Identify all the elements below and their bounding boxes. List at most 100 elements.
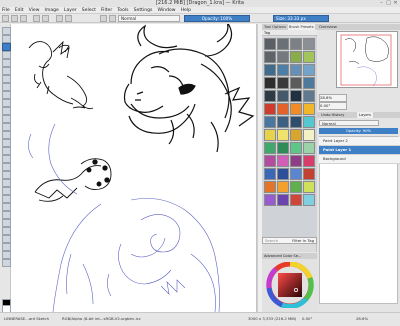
close-button[interactable]: ✕: [393, 1, 398, 6]
menu-help[interactable]: Help: [181, 8, 191, 13]
status-zoom[interactable]: 28.6%: [356, 316, 368, 321]
brush-preset-swatch[interactable]: [303, 51, 315, 63]
brush-preset-swatch[interactable]: [264, 116, 276, 128]
brush-preset-swatch[interactable]: [290, 129, 302, 141]
brush-preset-swatch[interactable]: [303, 155, 315, 167]
tab-layers[interactable]: Layers: [357, 112, 373, 118]
rect-select-tool-icon[interactable]: [2, 187, 11, 195]
menu-image[interactable]: Image: [45, 8, 59, 13]
freehand-brush-tool-icon[interactable]: [2, 43, 11, 51]
brush-preset-swatch[interactable]: [290, 77, 302, 89]
brush-preset-swatch[interactable]: [290, 38, 302, 50]
brush-preset-swatch[interactable]: [303, 142, 315, 154]
tag-label[interactable]: Tag: [264, 31, 270, 35]
save-document-icon[interactable]: [20, 15, 27, 22]
brush-preset-swatch[interactable]: [277, 116, 289, 128]
transform-tool-icon[interactable]: [2, 115, 11, 123]
polygon-select-tool-icon[interactable]: [2, 203, 11, 211]
preset-search-input[interactable]: Search Filter in Tag: [262, 237, 317, 244]
zoom-tool-icon[interactable]: [2, 251, 11, 259]
brush-preset-swatch[interactable]: [277, 194, 289, 206]
menu-tools[interactable]: Tools: [117, 8, 128, 13]
pan-tool-icon[interactable]: [2, 259, 11, 267]
measure-tool-icon[interactable]: [2, 171, 11, 179]
brush-preset-swatch[interactable]: [290, 194, 302, 206]
polygon-tool-icon[interactable]: [2, 75, 11, 83]
rotation-value[interactable]: 0.00°: [319, 102, 347, 110]
open-document-icon[interactable]: [11, 15, 18, 22]
freehand-path-tool-icon[interactable]: [2, 91, 11, 99]
line-tool-icon[interactable]: [2, 51, 11, 59]
ellipse-select-tool-icon[interactable]: [2, 195, 11, 203]
menu-file[interactable]: File: [2, 8, 10, 13]
brush-preset-swatch[interactable]: [303, 64, 315, 76]
blend-mode-select[interactable]: Normal: [118, 15, 180, 22]
brush-preset-swatch[interactable]: [277, 64, 289, 76]
dynamic-brush-tool-icon[interactable]: [2, 99, 11, 107]
menu-layer[interactable]: Layer: [64, 8, 77, 13]
brush-preset-swatch[interactable]: [264, 64, 276, 76]
similar-select-tool-icon[interactable]: [2, 227, 11, 235]
layer-blend-mode-select[interactable]: Normal: [319, 120, 379, 126]
assistant-tool-icon[interactable]: [2, 163, 11, 171]
ellipse-tool-icon[interactable]: [2, 67, 11, 75]
menu-settings[interactable]: Settings: [134, 8, 153, 13]
brush-preset-swatch[interactable]: [290, 155, 302, 167]
color-wheel[interactable]: [266, 262, 314, 308]
canvas[interactable]: [11, 21, 257, 313]
tab-undo-history[interactable]: Undo History: [319, 112, 346, 118]
layer-row[interactable]: Background: [319, 155, 400, 164]
brush-preset-swatch[interactable]: [290, 103, 302, 115]
brush-preset-swatch[interactable]: [277, 103, 289, 115]
brush-preset-swatch[interactable]: [277, 168, 289, 180]
brush-preset-swatch[interactable]: [277, 38, 289, 50]
brush-preset-swatch[interactable]: [290, 64, 302, 76]
brush-preset-swatch[interactable]: [290, 168, 302, 180]
menu-edit[interactable]: Edit: [15, 8, 24, 13]
fill-tool-icon[interactable]: [2, 155, 11, 163]
menu-filter[interactable]: Filter: [101, 8, 112, 13]
rectangle-tool-icon[interactable]: [2, 59, 11, 67]
undo-icon[interactable]: [33, 15, 40, 22]
redo-icon[interactable]: [42, 15, 49, 22]
saturation-value-square[interactable]: [278, 273, 302, 297]
freehand-select-tool-icon[interactable]: [2, 211, 11, 219]
multibrush-tool-icon[interactable]: [2, 107, 11, 115]
minimize-button[interactable]: –: [379, 1, 384, 6]
brush-preset-icon[interactable]: [100, 15, 107, 22]
layer-row[interactable]: Paint Layer 2: [319, 137, 400, 146]
gradient-tool-icon[interactable]: [2, 139, 11, 147]
brush-preset-swatch[interactable]: [277, 142, 289, 154]
maximize-button[interactable]: □: [386, 1, 391, 6]
brush-preset-swatch[interactable]: [290, 181, 302, 193]
brush-preset-swatch[interactable]: [264, 181, 276, 193]
move-tool-icon[interactable]: [2, 123, 11, 131]
brush-preset-swatch[interactable]: [264, 90, 276, 102]
zoom-value[interactable]: 28.6%: [319, 94, 347, 102]
size-slider[interactable]: Size: 33.33 px: [273, 15, 329, 22]
brush-preset-swatch[interactable]: [303, 116, 315, 128]
menu-select[interactable]: Select: [82, 8, 96, 13]
brush-preset-swatch[interactable]: [264, 129, 276, 141]
eraser-mode-icon[interactable]: [109, 15, 116, 22]
new-document-icon[interactable]: [2, 15, 9, 22]
gradient-swatch-icon[interactable]: [56, 15, 63, 22]
brush-preset-swatch[interactable]: [277, 129, 289, 141]
brush-preset-swatch[interactable]: [264, 38, 276, 50]
brush-preset-swatch[interactable]: [303, 194, 315, 206]
brush-preset-swatch[interactable]: [277, 181, 289, 193]
brush-preset-swatch[interactable]: [264, 51, 276, 63]
filter-in-tag-label[interactable]: Filter in Tag: [292, 238, 316, 244]
brush-preset-swatch[interactable]: [264, 77, 276, 89]
brush-preset-swatch[interactable]: [290, 142, 302, 154]
brush-preset-swatch[interactable]: [290, 116, 302, 128]
bezier-tool-icon[interactable]: [2, 83, 11, 91]
select-shapes-tool-icon[interactable]: [2, 27, 11, 35]
brush-preset-swatch[interactable]: [264, 194, 276, 206]
brush-preset-swatch[interactable]: [303, 168, 315, 180]
brush-preset-swatch[interactable]: [264, 103, 276, 115]
menu-view[interactable]: View: [29, 8, 40, 13]
reference-tool-icon[interactable]: [2, 179, 11, 187]
brush-preset-swatch[interactable]: [303, 77, 315, 89]
brush-preset-swatch[interactable]: [303, 129, 315, 141]
